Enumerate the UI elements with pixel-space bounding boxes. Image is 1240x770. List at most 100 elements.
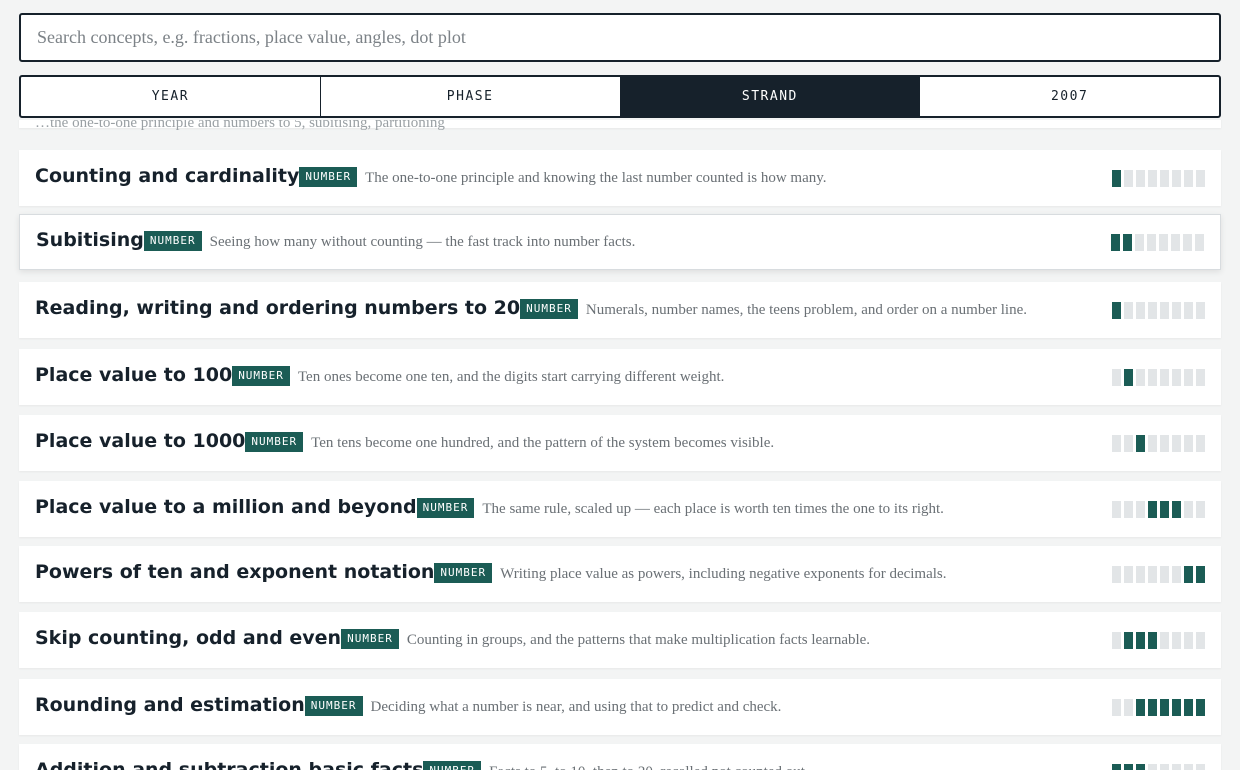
level-segment-empty [1196,169,1205,187]
concept-row[interactable]: Addition and subtraction basic factsNUMB… [19,744,1221,770]
concept-description: The same rule, scaled up — each place is… [482,500,944,517]
concept-title: Place value to 100 [35,364,233,386]
partially-scrolled-row[interactable]: …the one-to-one principle and numbers to… [19,120,1221,131]
level-segment-empty [1136,368,1145,386]
concept-row[interactable]: Subitising NUMBER Seeing how many without … [19,214,1221,270]
level-segment-empty [1160,565,1169,583]
level-segment-filled [1136,698,1145,716]
level-segment-empty [1172,169,1181,187]
concept-list: …the one-to-one principle and numbers to… [0,120,1240,770]
level-segment-empty [1112,565,1121,583]
level-segment-empty [1148,763,1157,770]
level-segment-filled [1184,565,1193,583]
level-segment-empty [1124,301,1133,319]
concept-title: Place value to 1000 [35,430,246,452]
concept-row[interactable]: Place value to 100 NUMBER Ten ones become … [19,349,1221,405]
level-segment-empty [1112,500,1121,518]
level-segment-empty [1196,500,1205,518]
level-segment-empty [1136,169,1145,187]
concept-description: The one-to-one principle and knowing the… [365,169,827,186]
strand-badge: NUMBER [143,231,202,251]
concept-description: Ten tens become one hundred, and the pat… [311,434,775,451]
level-segment-empty [1136,301,1145,319]
level-meter [1112,565,1205,583]
level-segment-empty [1124,500,1133,518]
level-segment-empty [1148,169,1157,187]
grouping-tabs: YEAR PHASE STRAND 2007 [19,75,1221,118]
level-segment-empty [1184,500,1193,518]
concept-title: Subitising [36,229,144,251]
concept-title: Rounding and estimation [35,694,305,716]
level-segment-empty [1196,434,1205,452]
level-segment-filled [1184,698,1193,716]
level-segment-empty [1159,233,1168,251]
strand-badge: NUMBER [434,563,493,583]
strand-badge: NUMBER [341,629,399,649]
level-segment-empty [1184,301,1193,319]
level-segment-empty [1148,368,1157,386]
search-box[interactable] [19,13,1221,62]
level-segment-empty [1184,368,1193,386]
level-segment-filled [1112,763,1121,770]
concept-title: Place value to a million and beyond [35,496,417,518]
concept-row[interactable]: Counting and cardinality NUMBER The one-to… [19,150,1221,206]
level-segment-empty [1172,368,1181,386]
level-segment-empty [1112,631,1121,649]
level-meter [1112,500,1205,518]
strand-badge: NUMBER [416,498,475,518]
strand-badge: NUMBER [232,366,290,386]
tab-phase[interactable]: PHASE [321,77,621,116]
level-segment-filled [1136,763,1145,770]
strand-badge: NUMBER [245,432,304,452]
level-segment-empty [1184,169,1193,187]
level-segment-empty [1171,233,1180,251]
concept-row[interactable]: Rounding and estimation NUMBER Deciding wh… [19,679,1221,735]
concept-row[interactable]: Reading, writing and ordering numbers to… [19,282,1221,338]
level-segment-filled [1148,500,1157,518]
strand-badge: NUMBER [520,299,578,319]
concept-description: Seeing how many without counting — the f… [209,233,636,250]
level-meter [1112,368,1205,386]
level-segment-empty [1147,233,1156,251]
level-segment-filled [1148,631,1157,649]
concept-description: Counting in groups, and the patterns tha… [406,631,871,648]
tab-year[interactable]: YEAR [21,77,321,116]
level-segment-empty [1196,763,1205,770]
level-segment-empty [1184,434,1193,452]
level-segment-filled [1136,434,1145,452]
concept-row[interactable]: Place value to a million and beyond NUMBE… [19,481,1221,537]
concept-description: Ten ones become one ten, and the digits … [297,368,725,385]
level-segment-empty [1124,434,1133,452]
concept-row[interactable]: Powers of ten and exponent notation NUMBE… [19,546,1221,602]
level-segment-filled [1172,500,1181,518]
level-segment-empty [1135,233,1144,251]
tab-strand[interactable]: STRAND [620,77,921,116]
level-segment-empty [1112,368,1121,386]
level-segment-empty [1136,500,1145,518]
level-segment-filled [1124,763,1133,770]
level-segment-empty [1148,434,1157,452]
level-meter [1112,631,1205,649]
level-segment-empty [1172,565,1181,583]
level-segment-empty [1148,565,1157,583]
level-segment-empty [1112,698,1121,716]
level-segment-empty [1160,368,1169,386]
level-segment-filled [1160,698,1169,716]
concept-row[interactable]: Place value to 1000 NUMBER Ten tens become… [19,415,1221,471]
level-segment-empty [1172,434,1181,452]
partial-row-text: …the one-to-one principle and numbers to… [35,120,445,131]
level-segment-filled [1160,500,1169,518]
level-segment-empty [1172,763,1181,770]
concept-title: Reading, writing and ordering numbers to… [35,297,521,319]
level-segment-empty [1160,301,1169,319]
level-segment-filled [1196,565,1205,583]
concept-description: Writing place value as powers, including… [500,565,947,582]
search-input[interactable] [37,27,1203,48]
tab-2007[interactable]: 2007 [920,77,1219,116]
concept-title: Counting and cardinality [35,165,300,187]
level-segment-empty [1160,434,1169,452]
level-segment-empty [1196,631,1205,649]
concept-row[interactable]: Skip counting, odd and even NUMBER Countin… [19,612,1221,668]
level-segment-filled [1172,698,1181,716]
strand-badge: NUMBER [299,167,358,187]
